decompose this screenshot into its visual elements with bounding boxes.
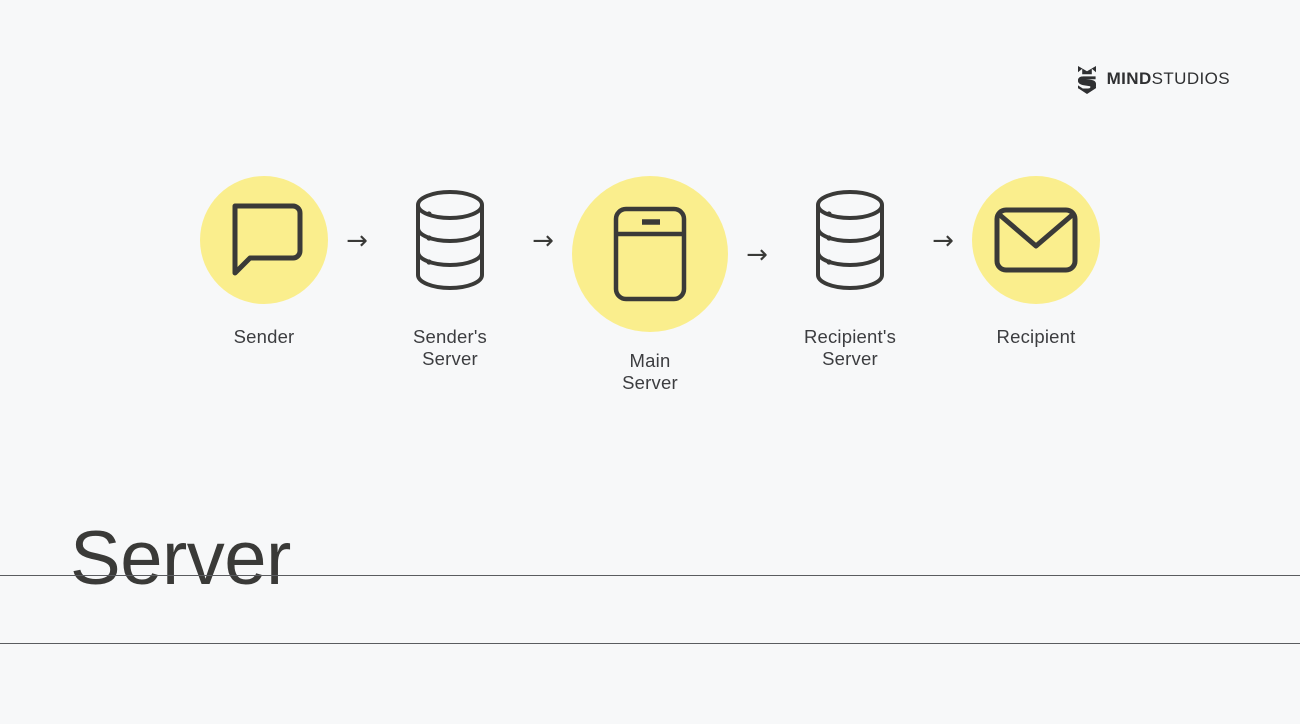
flow-node-label: Sender's Server: [412, 326, 488, 369]
divider-line-bottom: [0, 643, 1300, 644]
server-icon: [613, 206, 687, 302]
page-title: Server: [70, 516, 291, 601]
divider-line-top: [0, 575, 1300, 576]
brand-name-bold: MIND: [1106, 69, 1152, 88]
flow-arrow-3: →: [746, 240, 768, 270]
database-icon: [415, 188, 485, 292]
flow-node-sender: Sender: [200, 176, 328, 348]
flow-node-label: Sender: [233, 326, 295, 347]
main-server-badge: [572, 176, 728, 332]
flow-node-main-server: Main Server: [572, 176, 728, 394]
mindstudios-shield-icon: [1076, 64, 1098, 94]
flow-node-label: Recipient's Server: [803, 326, 897, 369]
brand-logo: MINDSTUDIOS: [1076, 64, 1230, 94]
sender-badge: [200, 176, 328, 304]
recipients-server-badge: [786, 176, 914, 304]
message-flow-diagram: Sender → Sender's Server → Main Server →…: [0, 176, 1300, 394]
database-icon: [815, 188, 885, 292]
flow-node-label: Recipient: [996, 326, 1076, 347]
flow-arrow-2: →: [532, 226, 554, 256]
flow-node-label: Main Server: [622, 350, 678, 393]
flow-arrow-1: →: [346, 226, 368, 256]
flow-arrow-4: →: [932, 226, 954, 256]
chat-bubble-icon: [223, 201, 305, 279]
recipient-badge: [972, 176, 1100, 304]
senders-server-badge: [386, 176, 514, 304]
flow-node-senders-server: Sender's Server: [386, 176, 514, 370]
envelope-icon: [994, 206, 1078, 274]
brand-name: MINDSTUDIOS: [1107, 69, 1230, 89]
flow-node-recipient: Recipient: [972, 176, 1100, 348]
brand-name-regular: STUDIOS: [1151, 69, 1230, 88]
flow-node-recipients-server: Recipient's Server: [786, 176, 914, 370]
